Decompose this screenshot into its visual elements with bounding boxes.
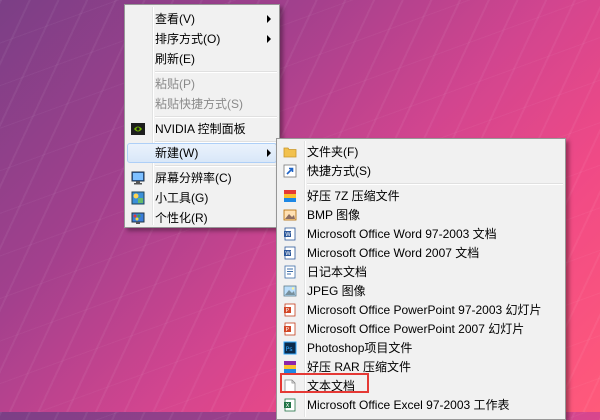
submenu-arrow-icon: [267, 149, 271, 157]
menu-item-label: 刷新(E): [155, 52, 195, 66]
shortcut-icon: [283, 164, 297, 178]
svg-text:X: X: [286, 403, 290, 409]
menu-item-label: 排序方式(O): [155, 32, 221, 46]
submenu-item-jpeg-image[interactable]: JPEG 图像: [279, 281, 563, 301]
menu-item-paste: 粘贴(P): [127, 74, 277, 94]
excel-icon: X: [283, 398, 297, 412]
menu-item-label: 小工具(G): [155, 191, 209, 205]
powerpoint-icon: P: [283, 322, 297, 336]
svg-text:W: W: [285, 251, 291, 257]
menu-item-refresh[interactable]: 刷新(E): [127, 49, 277, 69]
menu-item-label: 好压 7Z 压缩文件: [307, 189, 400, 203]
submenu-item-folder[interactable]: 文件夹(F): [279, 142, 563, 162]
menu-item-label: Microsoft Office Excel 97-2003 工作表: [307, 398, 510, 412]
menu-separator: [155, 116, 277, 118]
submenu-item-powerpoint-2007[interactable]: P Microsoft Office PowerPoint 2007 幻灯片: [279, 319, 563, 339]
submenu-item-word-97-2003[interactable]: W Microsoft Office Word 97-2003 文档: [279, 224, 563, 244]
desktop-context-menu: 查看(V) 排序方式(O) 刷新(E) 粘贴(P) 粘贴快捷方式(S) NVID…: [124, 4, 280, 228]
jpeg-image-icon: [283, 284, 297, 298]
monitor-icon: [131, 171, 145, 185]
svg-text:Ps: Ps: [286, 345, 294, 353]
nvidia-icon: [131, 122, 145, 136]
menu-item-label: 粘贴(P): [155, 77, 195, 91]
submenu-item-journal-document[interactable]: 日记本文档: [279, 262, 563, 282]
submenu-arrow-icon: [267, 35, 271, 43]
submenu-item-excel-97-2003[interactable]: X Microsoft Office Excel 97-2003 工作表: [279, 395, 563, 415]
menu-item-gadgets[interactable]: 小工具(G): [127, 188, 277, 208]
menu-item-label: 好压 RAR 压缩文件: [307, 360, 412, 374]
menu-item-screen-resolution[interactable]: 屏幕分辨率(C): [127, 168, 277, 188]
menu-item-label: Microsoft Office PowerPoint 2007 幻灯片: [307, 322, 525, 336]
menu-item-label: BMP 图像: [307, 208, 361, 222]
menu-item-label: 新建(W): [155, 146, 199, 160]
menu-separator: [307, 183, 563, 185]
menu-item-label: Microsoft Office Word 2007 文档: [307, 246, 480, 260]
menu-item-personalize[interactable]: 个性化(R): [127, 208, 277, 228]
menu-item-label: 快捷方式(S): [307, 164, 371, 178]
submenu-item-word-2007[interactable]: W Microsoft Office Word 2007 文档: [279, 243, 563, 263]
menu-item-new[interactable]: 新建(W): [127, 143, 277, 163]
submenu-arrow-icon: [267, 15, 271, 23]
svg-text:W: W: [285, 232, 291, 238]
menu-separator: [155, 71, 277, 73]
submenu-item-7z-archive[interactable]: 好压 7Z 压缩文件: [279, 186, 563, 206]
personalize-icon: [131, 211, 145, 225]
menu-item-label: 屏幕分辨率(C): [155, 171, 232, 185]
menu-item-nvidia-control-panel[interactable]: NVIDIA 控制面板: [127, 119, 277, 139]
menu-item-label: Microsoft Office Word 97-2003 文档: [307, 227, 497, 241]
menu-item-label: JPEG 图像: [307, 284, 366, 298]
menu-item-label: 文件夹(F): [307, 145, 359, 159]
submenu-item-photoshop-project[interactable]: Ps Photoshop项目文件: [279, 338, 563, 358]
rar-archive-icon: [283, 360, 297, 374]
menu-separator: [155, 165, 277, 167]
submenu-item-bmp-image[interactable]: BMP 图像: [279, 205, 563, 225]
menu-item-paste-shortcut: 粘贴快捷方式(S): [127, 94, 277, 114]
7z-archive-icon: [283, 189, 297, 203]
gadgets-icon: [131, 191, 145, 205]
menu-item-label: Microsoft Office PowerPoint 97-2003 幻灯片: [307, 303, 542, 317]
menu-item-label: NVIDIA 控制面板: [155, 122, 246, 136]
menu-item-label: 粘贴快捷方式(S): [155, 97, 243, 111]
menu-item-label: Photoshop项目文件: [307, 341, 413, 355]
highlight-annotation-box: [280, 373, 369, 393]
word-document-icon: W: [283, 227, 297, 241]
submenu-item-powerpoint-97-2003[interactable]: P Microsoft Office PowerPoint 97-2003 幻灯…: [279, 300, 563, 320]
journal-document-icon: [283, 265, 297, 279]
submenu-item-shortcut[interactable]: 快捷方式(S): [279, 161, 563, 181]
menu-item-sort-by[interactable]: 排序方式(O): [127, 29, 277, 49]
menu-item-view[interactable]: 查看(V): [127, 9, 277, 29]
word-document-icon: W: [283, 246, 297, 260]
menu-item-label: 个性化(R): [155, 211, 208, 225]
folder-icon: [283, 145, 297, 159]
menu-item-label: 查看(V): [155, 12, 195, 26]
bmp-image-icon: [283, 208, 297, 222]
powerpoint-icon: P: [283, 303, 297, 317]
menu-item-label: 日记本文档: [307, 265, 368, 279]
photoshop-icon: Ps: [283, 341, 297, 355]
